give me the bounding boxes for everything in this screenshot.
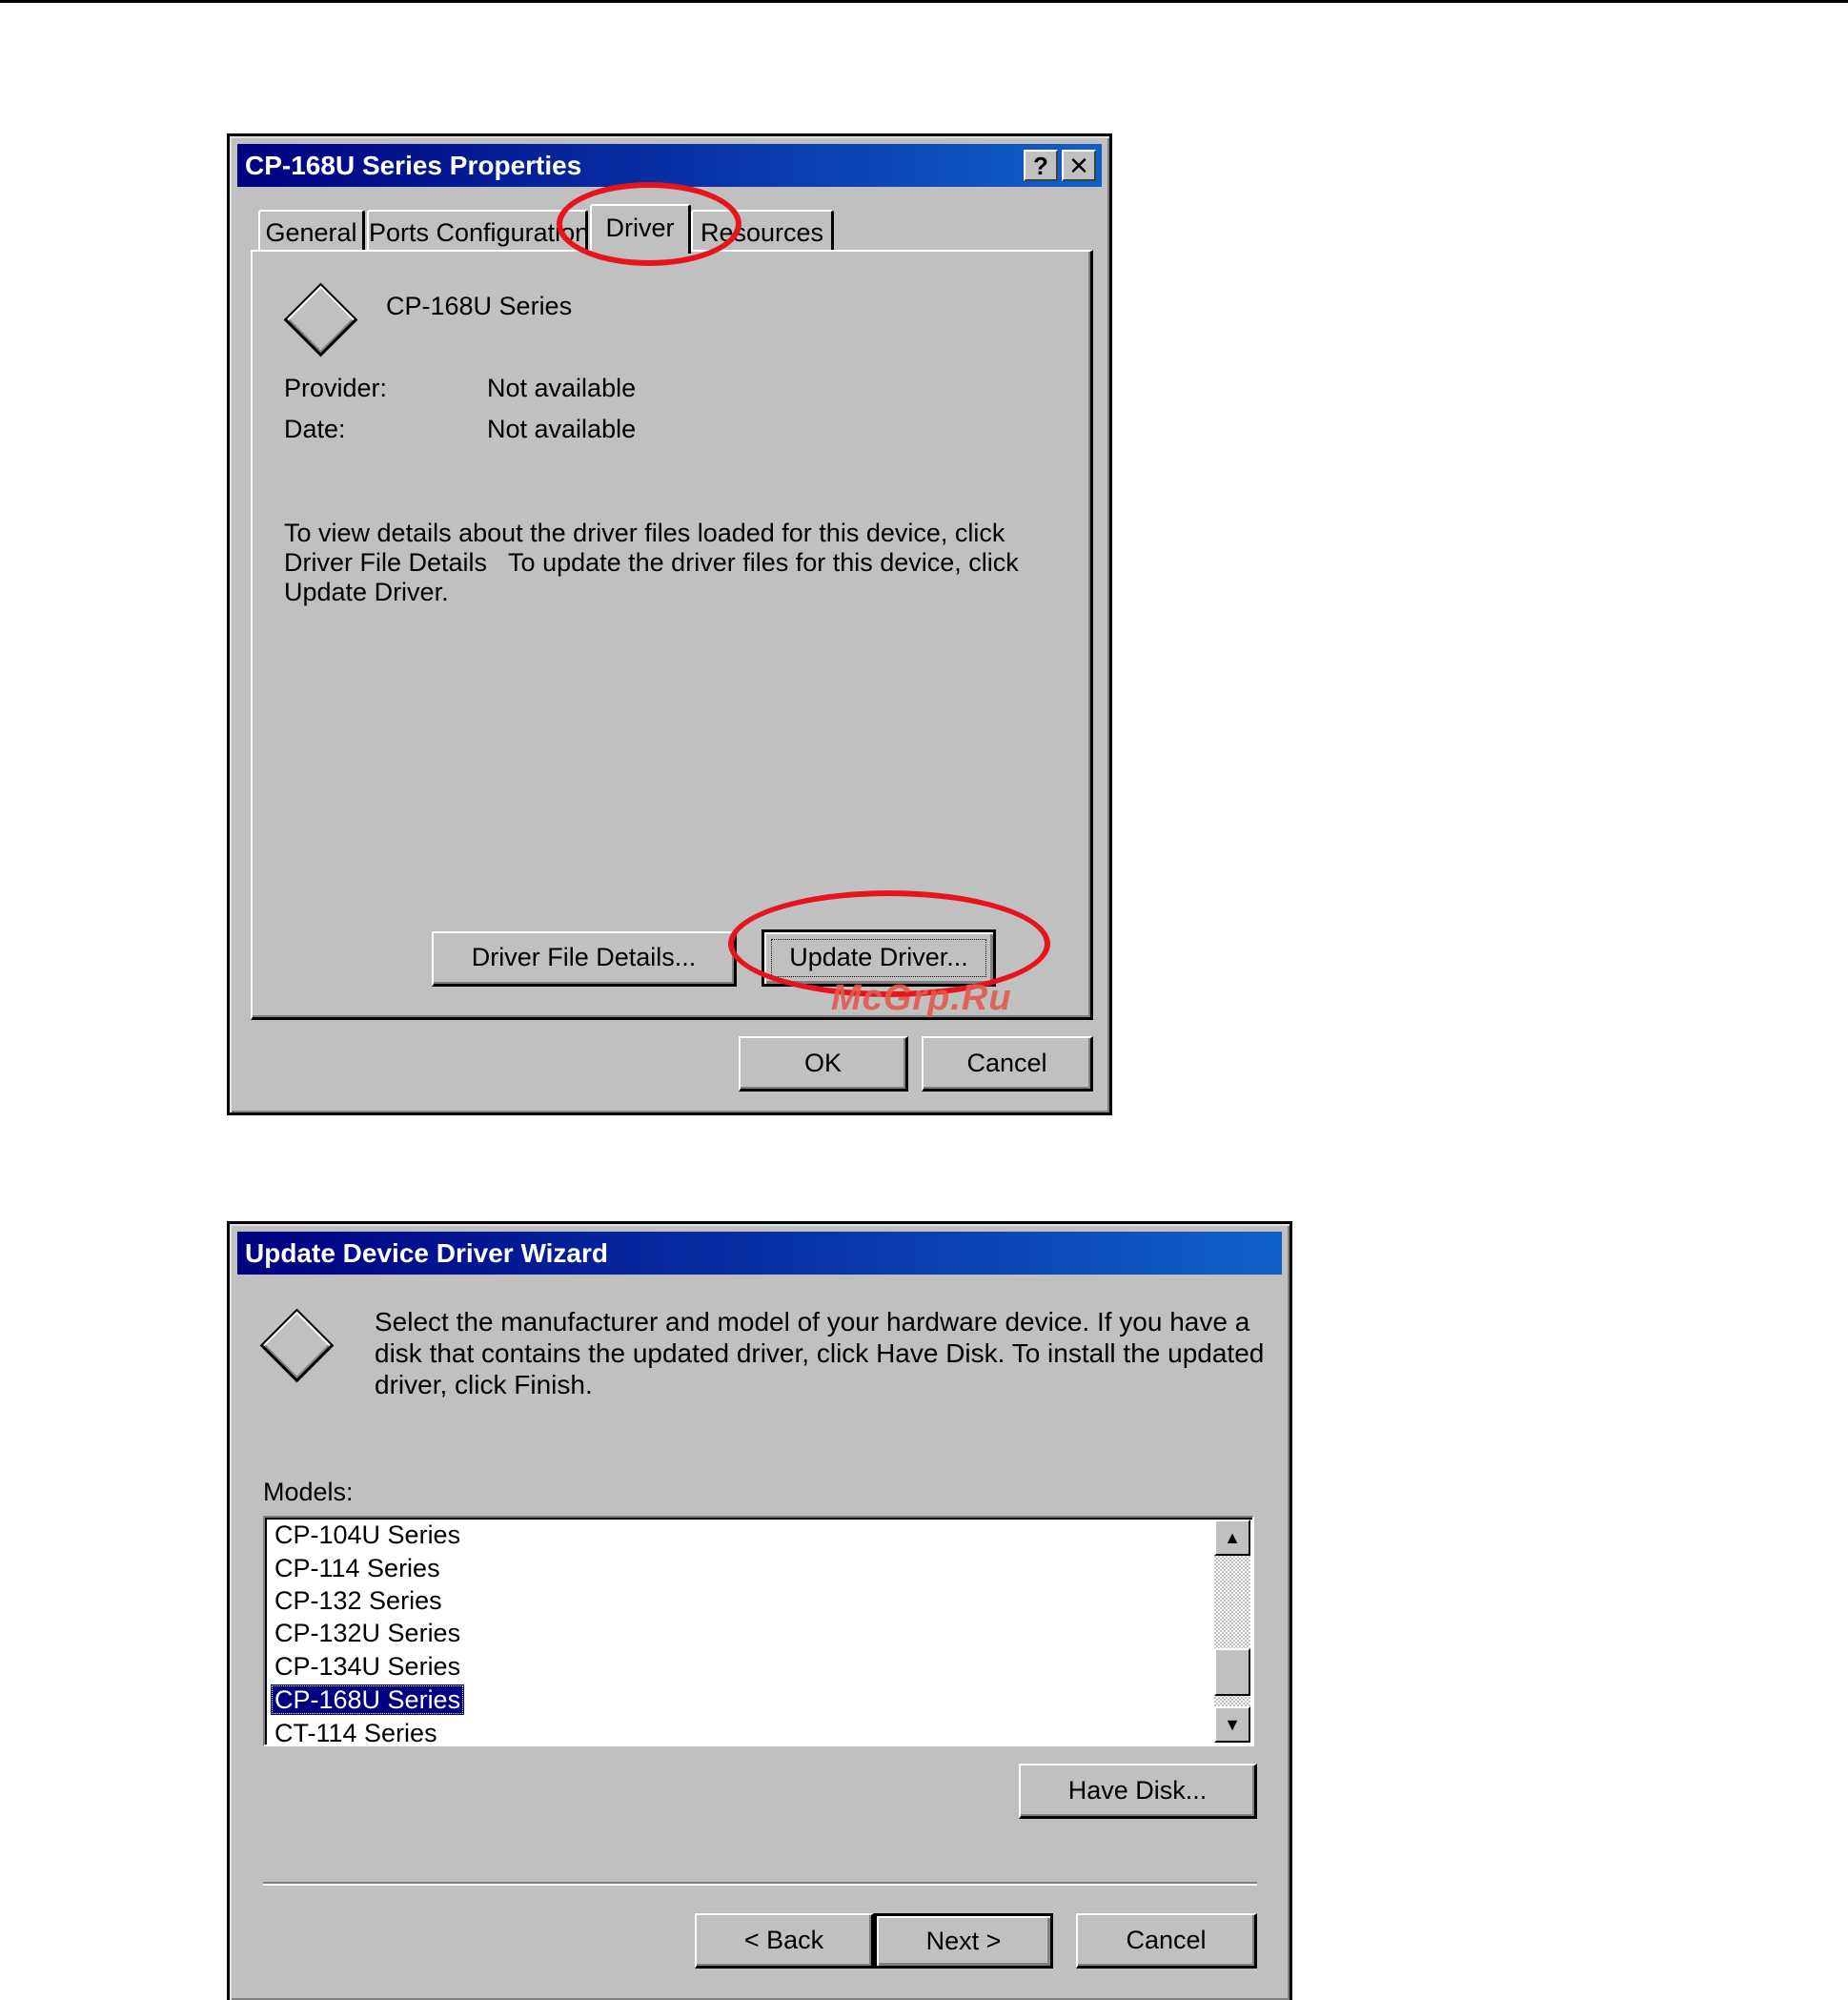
- next-label: Next >: [925, 1927, 1002, 1955]
- cancel-label: Cancel: [966, 1049, 1047, 1077]
- models-scrollbar[interactable]: ▲ ▼: [1214, 1520, 1250, 1743]
- watermark-text: McGrp.Ru: [831, 978, 1012, 1018]
- ok-button[interactable]: OK: [739, 1036, 908, 1092]
- device-name: CP-168U Series: [386, 292, 573, 320]
- properties-title: CP-168U Series Properties: [245, 151, 582, 180]
- help-icon: ?: [1033, 152, 1048, 180]
- list-item[interactable]: CP-134U Series: [271, 1651, 464, 1682]
- ok-label: OK: [803, 1049, 842, 1077]
- provider-value: Not available: [487, 374, 637, 402]
- wizard-description-line: Select the manufacturer and model of you…: [375, 1307, 1250, 1337]
- close-icon: ✕: [1068, 152, 1089, 180]
- driver-file-details-label: Driver File Details...: [471, 943, 697, 971]
- wizard-cancel-button[interactable]: Cancel: [1076, 1913, 1257, 1969]
- list-item[interactable]: CP-132U Series: [271, 1618, 464, 1648]
- driver-description: To view details about the driver files l…: [284, 519, 1046, 607]
- wizard-description: Select the manufacturer and model of you…: [375, 1306, 1270, 1400]
- properties-titlebar[interactable]: CP-168U Series Properties ? ✕: [237, 144, 1102, 187]
- provider-label: Provider:: [284, 374, 388, 402]
- driver-file-details-button[interactable]: Driver File Details...: [432, 931, 737, 987]
- list-item[interactable]: CP-114 Series: [271, 1553, 444, 1583]
- list-item-selected[interactable]: CP-168U Series: [271, 1684, 465, 1715]
- driver-description-line: Driver File Details To update the driver…: [284, 548, 1019, 577]
- list-item[interactable]: CP-104U Series: [271, 1520, 464, 1550]
- update-wizard-dialog: Update Device Driver Wizard Select the m…: [227, 1221, 1292, 2000]
- scroll-up-button[interactable]: ▲: [1214, 1520, 1250, 1556]
- driver-description-line: To view details about the driver files l…: [284, 519, 1005, 547]
- tab-ports-configuration-label: Ports Configuration: [369, 218, 588, 247]
- tab-general-label: General: [265, 218, 357, 247]
- driver-tab-highlight-ellipse: [557, 182, 741, 266]
- next-button[interactable]: Next >: [874, 1913, 1053, 1969]
- scroll-down-icon: ▼: [1224, 1715, 1241, 1734]
- help-button[interactable]: ?: [1024, 150, 1058, 181]
- wizard-device-icon: [259, 1308, 335, 1383]
- back-button[interactable]: < Back: [695, 1913, 874, 1969]
- driver-description-line: Update Driver.: [284, 578, 449, 606]
- back-label: < Back: [743, 1926, 824, 1954]
- tab-general[interactable]: General: [258, 210, 365, 252]
- wizard-titlebar[interactable]: Update Device Driver Wizard: [237, 1232, 1282, 1275]
- scroll-thumb[interactable]: [1214, 1648, 1250, 1696]
- wizard-separator: [263, 1882, 1257, 1886]
- have-disk-button[interactable]: Have Disk...: [1019, 1764, 1257, 1819]
- date-label: Date:: [284, 415, 346, 443]
- device-icon: [283, 282, 358, 357]
- models-listbox[interactable]: CP-104U Series CP-114 Series CP-132 Seri…: [263, 1516, 1254, 1746]
- have-disk-label: Have Disk...: [1067, 1776, 1208, 1805]
- date-value: Not available: [487, 415, 637, 443]
- list-item[interactable]: CP-132 Series: [271, 1585, 446, 1616]
- scroll-up-icon: ▲: [1224, 1528, 1241, 1547]
- wizard-description-line: driver, click Finish.: [375, 1370, 593, 1399]
- cancel-button[interactable]: Cancel: [922, 1036, 1093, 1092]
- models-label: Models:: [263, 1478, 354, 1506]
- scroll-down-button[interactable]: ▼: [1214, 1706, 1250, 1743]
- wizard-title: Update Device Driver Wizard: [245, 1238, 608, 1268]
- close-button[interactable]: ✕: [1062, 150, 1096, 181]
- list-item[interactable]: CT-114 Series: [271, 1718, 441, 1745]
- wizard-cancel-label: Cancel: [1126, 1926, 1207, 1954]
- tab-ports-configuration[interactable]: Ports Configuration: [367, 210, 588, 252]
- page-top-rule: [0, 0, 1848, 3]
- wizard-description-line: disk that contains the updated driver, c…: [375, 1338, 1265, 1368]
